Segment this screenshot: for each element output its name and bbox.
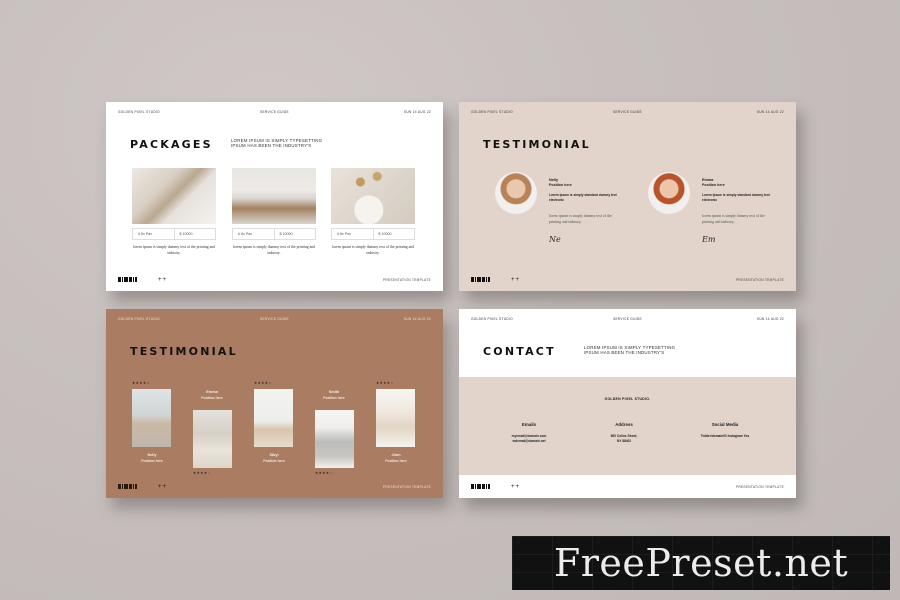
vase-dried-flowers-photo	[331, 168, 415, 224]
person-position: Position here	[549, 183, 572, 187]
slide-title: TESTIMONIAL	[483, 138, 591, 151]
footer-label: Presentation Template	[382, 278, 431, 282]
person-name: Sibyl	[269, 453, 279, 457]
slide-subtitle: LOREM IPSUM IS SIMPLY TYPESETTING IPSUM …	[231, 138, 323, 148]
guide-label: Service Guide	[613, 317, 642, 321]
person-name: Emma	[206, 390, 218, 394]
rating-stars: ★★★★☆	[315, 471, 334, 475]
footer-label: Presentation Template	[735, 485, 784, 489]
date-label: Sun 14 Aug 22	[756, 317, 784, 321]
slide-packages: Golden Pixel Studio Service Guide Sun 14…	[106, 102, 443, 291]
package-card: # 8x Pax $ 10000 lorem ipsum is simply d…	[331, 168, 415, 256]
social-line[interactable]: Twitter/domain93 Instagram Yos	[675, 434, 775, 439]
person-position: Position here	[263, 459, 285, 463]
slide-title: TESTIMONIAL	[130, 345, 238, 358]
contact-column-social: Social Media Twitter/domain93 Instagram …	[675, 422, 775, 439]
person-quote-bold: Lorem Ipsum is simply standard dummy tex…	[549, 193, 617, 202]
person-photo	[254, 389, 293, 447]
package-count: # 8x Pax	[138, 232, 152, 236]
package-card: # 8x Pax $ 10000 lorem ipsum is simply d…	[132, 168, 216, 256]
rating-stars: ★★★★☆	[376, 381, 395, 385]
barcode-icon	[118, 484, 137, 489]
package-desc: lorem ipsum is simply dummy text of the …	[132, 245, 216, 255]
plus-icon: ++	[158, 484, 168, 490]
contact-heading: Social Media	[711, 422, 739, 427]
avatar	[495, 172, 537, 214]
package-count: # 8x Pax	[238, 232, 252, 236]
slide-subtitle: LOREM IPSUM IS SIMPLY TYPESETTING IPSUM …	[584, 345, 676, 355]
plus-icon: ++	[511, 484, 521, 490]
person-position: Position here	[201, 396, 223, 400]
person-name: Jhon	[391, 453, 401, 457]
package-price-row: # 8x Pax $ 10000	[331, 228, 415, 240]
date-label: Sun 14 Aug 22	[756, 110, 784, 114]
person-photo	[193, 410, 232, 468]
contact-band: GOLDEN PIXEL STUDIO. Emails myemail@doma…	[459, 377, 796, 475]
footer-label: Presentation Template	[382, 485, 431, 489]
slide-testimonial-brown: Golden Pixel Studio Service Guide Sun 14…	[106, 309, 443, 498]
person-position: Position here	[323, 396, 345, 400]
slide-contact: Golden Pixel Studio Service Guide Sun 14…	[459, 309, 796, 498]
address-line: NY 88402	[616, 438, 632, 443]
bag-and-bottle-photo	[132, 168, 216, 224]
company-name: GOLDEN PIXEL STUDIO.	[604, 397, 651, 401]
person-position: Position here	[141, 459, 163, 463]
avatar	[648, 172, 690, 214]
contact-heading: Emails	[521, 422, 537, 427]
person-quote: lorem ipsum is simply dummy text of the …	[702, 214, 765, 224]
person-name: Nelly	[549, 178, 559, 182]
contact-column-emails: Emails myemail@domain.com mdemail@domain…	[479, 422, 579, 443]
slide-header: Golden Pixel Studio Service Guide Sun 14…	[459, 317, 796, 323]
person-quote: lorem ipsum is simply dummy text of the …	[549, 214, 612, 224]
package-price-row: # 8x Pax $ 10000	[132, 228, 216, 240]
watermark-banner: FreePreset.net	[512, 536, 890, 590]
barcode-icon	[471, 277, 490, 282]
date-label: Sun 14 Aug 22	[403, 110, 431, 114]
slide-header: Golden Pixel Studio Service Guide Sun 14…	[106, 110, 443, 116]
footer-label: Presentation Template	[735, 278, 784, 282]
slide-title: CONTACT	[483, 345, 556, 358]
watermark-text: FreePreset.net	[553, 541, 849, 585]
person-name: Nelly	[147, 453, 157, 457]
slide-header: Golden Pixel Studio Service Guide Sun 14…	[106, 317, 443, 323]
plus-icon: ++	[158, 277, 168, 283]
package-count: # 8x Pax	[337, 232, 351, 236]
guide-label: Service Guide	[613, 110, 642, 114]
person-name: Emma	[702, 178, 714, 182]
signature: Ne	[549, 235, 561, 244]
person-photo	[315, 410, 354, 468]
person-photo	[132, 389, 171, 447]
package-price-row: # 8x Pax $ 10000	[232, 228, 316, 240]
guide-label: Service Guide	[260, 110, 289, 114]
person-photo	[376, 389, 415, 447]
guide-label: Service Guide	[260, 317, 289, 321]
package-desc: lorem ipsum is simply dummy text of the …	[232, 245, 316, 255]
person-position: Position here	[385, 459, 407, 463]
rating-stars: ★★★★☆	[254, 381, 273, 385]
person-name: Smith	[328, 390, 340, 394]
date-label: Sun 14 Aug 22	[403, 317, 431, 321]
package-card: # 8x Pax $ 10000 lorem ipsum is simply d…	[232, 168, 316, 256]
slide-testimonial-beige: Golden Pixel Studio Service Guide Sun 14…	[459, 102, 796, 291]
barcode-icon	[118, 277, 137, 282]
rating-stars: ★★★★☆	[193, 471, 212, 475]
contact-column-address: Address 560 Colins Street, NY 88402	[574, 422, 674, 443]
barcode-icon	[471, 484, 490, 489]
plus-icon: ++	[511, 277, 521, 283]
slide-title: PACKAGES	[130, 138, 213, 151]
contact-heading: Address	[615, 422, 633, 427]
slide-header: Golden Pixel Studio Service Guide Sun 14…	[459, 110, 796, 116]
package-price: $ 10000	[173, 229, 216, 239]
person-quote-bold: Lorem Ipsum is simply standard dummy tex…	[702, 193, 770, 202]
package-desc: lorem ipsum is simply dummy text of the …	[331, 245, 415, 255]
package-price: $ 10000	[372, 229, 415, 239]
living-room-photo	[232, 168, 316, 224]
package-price: $ 10000	[273, 229, 316, 239]
signature: Em	[702, 235, 716, 244]
email-line[interactable]: mdemail@domain.net	[479, 439, 579, 444]
rating-stars: ★★★★☆	[132, 381, 151, 385]
person-position: Position here	[702, 183, 725, 187]
